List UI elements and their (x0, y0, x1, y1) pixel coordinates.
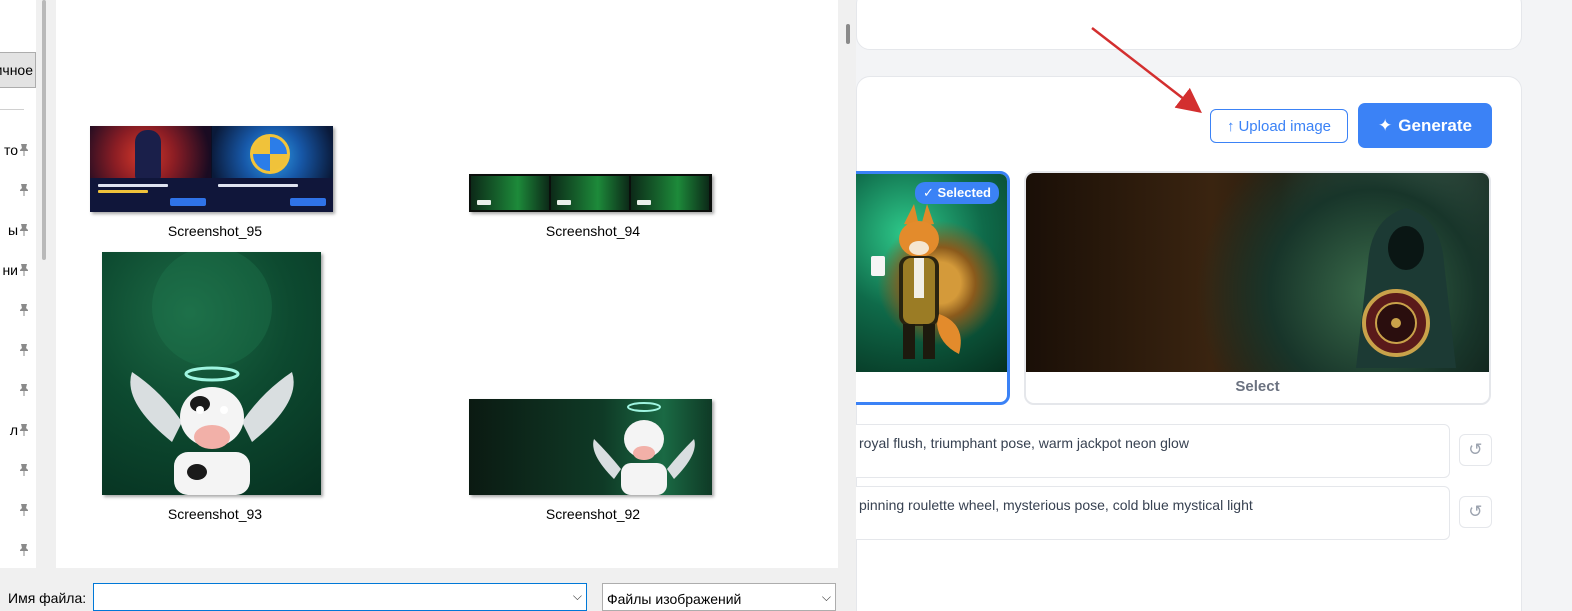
pin-icon (18, 183, 30, 197)
pin-icon (18, 383, 30, 397)
select-label: Select (1235, 378, 1280, 395)
upload-image-label: Upload image (1238, 117, 1332, 135)
fox-character-image: ✓ Selected (839, 174, 1007, 372)
banner-text-line (98, 190, 148, 193)
banner-text-line (98, 184, 168, 187)
pin-icon (18, 143, 30, 157)
prompt-textarea-2[interactable]: pinning roulette wheel, mysterious pose,… (836, 486, 1450, 540)
file-open-dialog: Личное то ы ни л Screenshot_95 (0, 0, 856, 611)
banner-cta (637, 200, 651, 205)
file-name[interactable]: Screenshot_92 (528, 506, 658, 522)
nav-divider (0, 109, 24, 110)
thumbnail-screenshot-94[interactable] (469, 174, 712, 212)
angel-cow-banner-icon (593, 402, 695, 495)
nav-item[interactable] (0, 301, 36, 321)
file-list-scrollbar[interactable] (846, 24, 850, 44)
banner-cta (557, 200, 571, 205)
generate-button[interactable]: ✦ Generate (1358, 103, 1492, 148)
nav-item[interactable] (0, 181, 36, 201)
file-type-value: Файлы изображений (607, 591, 742, 607)
upload-arrow-icon: ↑ (1226, 117, 1235, 135)
pin-icon (18, 343, 30, 357)
chevron-down-icon: ⌵ (821, 590, 831, 604)
annotation-arrow-icon (1091, 27, 1202, 114)
image-option-unselected[interactable]: Select (1024, 171, 1491, 405)
prompt-textarea-1[interactable]: royal flush, triumphant pose, warm jackp… (836, 424, 1450, 478)
nav-item-label: ни (2, 262, 18, 278)
file-name[interactable]: Screenshot_95 (150, 223, 280, 239)
file-name-input[interactable]: ⌵ (93, 583, 587, 611)
nav-item[interactable] (0, 341, 36, 361)
reset-prompt-button-2[interactable]: ↺ (1459, 496, 1492, 528)
thumbnail-screenshot-95[interactable] (90, 126, 333, 212)
image-option-selected[interactable]: ✓ Selected (836, 171, 1010, 405)
thumbnail-screenshot-93[interactable] (102, 252, 321, 495)
hero-figure (135, 130, 161, 180)
hooded-roulette-image (1026, 173, 1489, 372)
file-name[interactable]: Screenshot_93 (150, 506, 280, 522)
nav-scrollbar[interactable] (42, 0, 46, 260)
pin-icon (18, 463, 30, 477)
pin-icon (18, 263, 30, 277)
personal-folder-button[interactable]: Личное (0, 52, 36, 88)
banner-cta (170, 198, 206, 206)
fortune-wheel-icon (250, 134, 290, 174)
file-name-label: Имя файла: (8, 590, 87, 606)
pin-icon (18, 223, 30, 237)
refresh-icon: ↺ (1468, 440, 1483, 459)
pin-icon (18, 303, 30, 317)
chevron-down-icon[interactable]: ⌵ (573, 589, 582, 604)
nav-item[interactable] (0, 461, 36, 481)
nav-item[interactable]: ни (0, 261, 36, 281)
banner-cta (290, 198, 326, 206)
nav-item[interactable]: л (0, 421, 36, 441)
nav-item[interactable] (0, 501, 36, 521)
banner-text-line (218, 184, 298, 187)
sparkle-icon: ✦ (1378, 115, 1393, 135)
nav-item-label: то (3, 142, 18, 158)
nav-item[interactable]: то (0, 141, 36, 161)
nav-item[interactable] (0, 541, 36, 561)
nav-item-label: л (9, 422, 18, 438)
banner-cta (477, 200, 491, 205)
pin-icon (18, 423, 30, 437)
fox-figure-icon (871, 204, 961, 359)
hooded-figure-icon (1356, 208, 1456, 368)
refresh-icon: ↺ (1468, 502, 1483, 521)
web-app-background: ↑ Upload image ✦ Generate ✓ Selected Sel… (836, 0, 1572, 611)
pin-icon (18, 503, 30, 517)
navigation-pane: Личное то ы ни л (0, 0, 36, 568)
file-type-select[interactable]: Файлы изображений ⌵ (602, 583, 836, 611)
reset-prompt-button-1[interactable]: ↺ (1459, 434, 1492, 466)
nav-item[interactable]: ы (0, 221, 36, 241)
nav-item[interactable] (0, 381, 36, 401)
thumbnail-screenshot-92[interactable] (469, 399, 712, 495)
generate-label: Generate (1398, 115, 1472, 135)
selected-badge: ✓ Selected (915, 182, 999, 204)
upload-image-button[interactable]: ↑ Upload image (1210, 109, 1348, 143)
pin-icon (18, 543, 30, 557)
angel-cow-icon (130, 252, 294, 495)
file-name[interactable]: Screenshot_94 (528, 223, 658, 239)
nav-item-label: ы (7, 222, 18, 238)
